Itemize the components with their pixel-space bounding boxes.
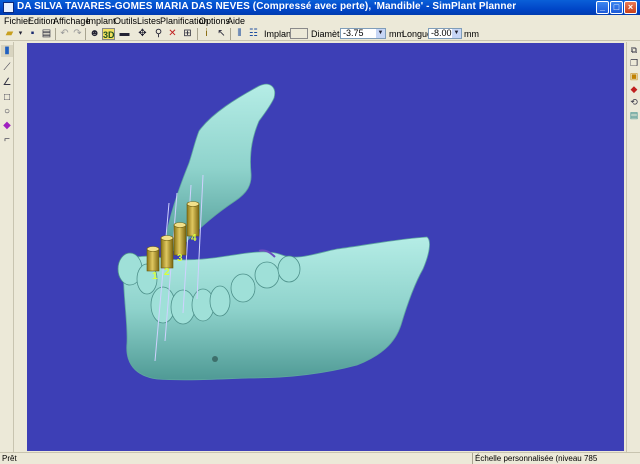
implant-2[interactable] — [160, 235, 174, 269]
info-icon[interactable]: i — [200, 28, 213, 40]
chevron-down-icon[interactable]: ▼ — [376, 29, 385, 38]
marker-tool-icon[interactable]: ◆ — [628, 83, 640, 95]
cube-tool-icon[interactable]: ◆ — [1, 120, 13, 132]
angle-tool-icon[interactable]: ∠ — [1, 77, 13, 89]
length-select[interactable]: -8.00 ▼ — [428, 28, 462, 39]
redo-icon[interactable]: ↷ — [71, 28, 84, 40]
surface-tool-icon[interactable]: ▤ — [628, 109, 640, 121]
circle-tool-icon[interactable]: ○ — [1, 106, 13, 118]
help-pointer-icon[interactable]: ↖ — [215, 28, 228, 40]
zoom-icon[interactable]: ⚲ — [152, 28, 165, 40]
menu-implant[interactable]: Implant — [86, 15, 116, 27]
print-icon[interactable]: ▤ — [40, 28, 53, 40]
toolbar-separator — [85, 28, 86, 40]
implant-label-3: 3 — [177, 253, 183, 264]
implant-label-2: 2 — [164, 267, 170, 278]
menu-listes[interactable]: Listes — [137, 15, 161, 27]
layers-tool-icon[interactable]: ❐ — [628, 57, 640, 69]
main-toolbar: ▰ ▾ ▪ ▤ ↶ ↷ ☻ 3D ▬ ✥ ⚲ ✕ ⊞ i ↖ ⦀ ☷ Impla… — [0, 27, 640, 41]
save-icon[interactable]: ▪ — [26, 28, 39, 40]
menu-aide[interactable]: Aide — [227, 15, 245, 27]
3d-viewport[interactable]: 1 2 3 4 — [27, 43, 624, 451]
menu-edition[interactable]: Edition — [28, 15, 56, 27]
menu-fichier[interactable]: Fichier — [4, 15, 31, 27]
implant-label-4: 4 — [191, 233, 197, 244]
color-tool-icon[interactable]: ▣ — [628, 70, 640, 82]
status-text: Prêt — [2, 454, 17, 463]
app-icon[interactable] — [3, 2, 14, 13]
right-toolbox: ⧉ ❐ ▣ ◆ ⟲ ▤ — [626, 42, 640, 452]
face-icon[interactable]: ☻ — [88, 28, 101, 40]
close-button[interactable]: × — [624, 1, 637, 14]
mental-foramen — [212, 356, 218, 362]
window-tool-icon[interactable]: ⧉ — [628, 44, 640, 56]
mandible-3d-render[interactable]: 1 2 3 4 — [27, 43, 624, 451]
undo-icon[interactable]: ↶ — [58, 28, 71, 40]
minimize-button[interactable]: _ — [596, 1, 609, 14]
implant-list-icon[interactable]: ☷ — [247, 28, 260, 40]
implant-1[interactable] — [146, 246, 160, 272]
window-title: DA SILVA TAVARES-GOMES MARIA DAS NEVES (… — [17, 1, 517, 12]
toolbar-separator — [230, 28, 231, 40]
implant-3[interactable] — [173, 222, 187, 256]
implant-tools-icon[interactable]: ⦀ — [233, 28, 246, 40]
length-value: -8.00 — [431, 28, 452, 38]
pointer-tool-icon[interactable]: ▮ — [1, 45, 13, 57]
toolbar-separator — [55, 28, 56, 40]
line-tool-icon[interactable]: ⟋ — [1, 62, 13, 74]
maximize-button[interactable]: □ — [610, 1, 623, 14]
implant-label-1: 1 — [152, 271, 158, 282]
move-icon[interactable]: ✥ — [136, 28, 149, 40]
status-scale: Échelle personnalisée (niveau 785 — [475, 454, 598, 463]
rectangle-tool-icon[interactable]: □ — [1, 92, 13, 104]
menu-affichage[interactable]: Affichage — [53, 15, 90, 27]
status-divider — [472, 453, 473, 464]
rotate-tool-icon[interactable]: ⟲ — [628, 96, 640, 108]
delete-icon[interactable]: ✕ — [166, 28, 179, 40]
implant-field[interactable] — [290, 28, 308, 39]
toolbar-separator — [197, 28, 198, 40]
status-bar: Prêt Échelle personnalisée (niveau 785 — [0, 452, 640, 464]
implant-4[interactable] — [186, 201, 200, 237]
left-toolbox: ▮ ⟋ ∠ □ ○ ◆ ⌐ — [0, 42, 14, 452]
diameter-value: -3.75 — [343, 28, 364, 38]
chevron-down-icon[interactable]: ▼ — [452, 29, 461, 38]
3d-view-icon[interactable]: 3D — [102, 28, 115, 40]
implant-tool-icon[interactable]: ⌐ — [1, 134, 13, 146]
menu-options[interactable]: Options — [199, 15, 230, 27]
title-bar: DA SILVA TAVARES-GOMES MARIA DAS NEVES (… — [0, 0, 640, 15]
length-unit: mm — [464, 29, 479, 39]
layout-icon[interactable]: ⊞ — [181, 28, 194, 40]
diameter-select[interactable]: -3.75 ▼ — [340, 28, 386, 39]
menu-bar: Fichier Edition Affichage Implant Outils… — [0, 15, 640, 27]
menu-outils[interactable]: Outils — [114, 15, 137, 27]
contrast-icon[interactable]: ▬ — [118, 28, 131, 40]
